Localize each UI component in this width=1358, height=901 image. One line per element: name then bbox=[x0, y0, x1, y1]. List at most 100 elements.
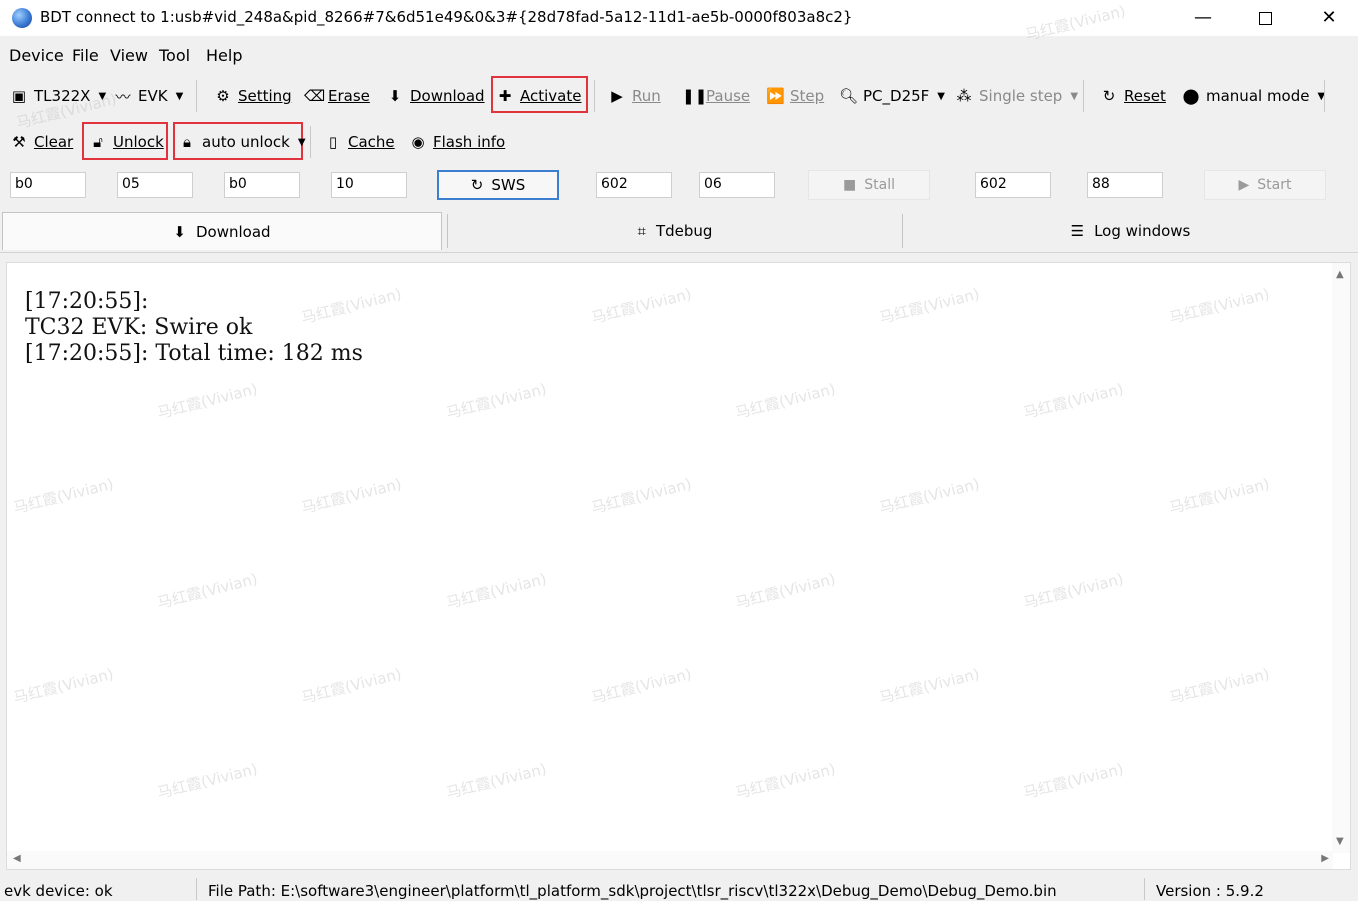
secondary-toolbar: ⚒ Clear 🔓︎ Unlock 🔒︎ auto unlock ▼ ▯ Cac… bbox=[0, 122, 1358, 162]
play-icon: ▶ bbox=[611, 87, 623, 105]
tab-download[interactable]: ⬇ Download bbox=[2, 212, 442, 250]
field-input-3[interactable]: b0 bbox=[224, 172, 300, 198]
device-status: evk device: ok bbox=[4, 882, 113, 900]
version-status: Version : 5.9.2 bbox=[1156, 882, 1264, 900]
download-button[interactable]: ⬇ Download bbox=[386, 84, 485, 108]
eye-icon: ◉ bbox=[411, 133, 425, 151]
toolbar-separator bbox=[594, 80, 595, 112]
scroll-left-icon[interactable]: ◀ bbox=[13, 853, 21, 864]
main-toolbar: ▣ TL322X ▼ 〰 EVK ▼ ⚙ Setting ⌫ Erase ⬇ D… bbox=[0, 76, 1358, 116]
log-text: [17:20:55]: TC32 EVK: Swire ok [17:20:55]:… bbox=[25, 289, 363, 367]
chevron-down-icon: ▼ bbox=[175, 90, 184, 102]
mode-circle-icon: ⬤ bbox=[1182, 87, 1200, 105]
scroll-down-icon[interactable]: ▼ bbox=[1336, 836, 1344, 847]
tab-tdebug[interactable]: ⌗ Tdebug bbox=[448, 212, 902, 250]
field-input-1[interactable]: b0 bbox=[10, 172, 86, 198]
log-line: TC32 EVK: Swire ok bbox=[25, 315, 253, 340]
log-output-area[interactable]: [17:20:55]: TC32 EVK: Swire ok [17:20:55]:… bbox=[6, 262, 1351, 870]
status-bar: evk device: ok File Path: E:\software3\e… bbox=[0, 876, 1358, 901]
maximize-icon bbox=[1258, 11, 1272, 25]
eraser-icon: ⌫ bbox=[304, 87, 326, 105]
binary-search-icon: ⌗ bbox=[637, 222, 646, 240]
chevron-down-icon: ▼ bbox=[937, 90, 945, 102]
play-icon: ▶ bbox=[1238, 177, 1250, 193]
status-separator bbox=[1144, 878, 1145, 900]
log-line: [17:20:55]: Total time: 182 ms bbox=[25, 341, 363, 366]
tab-log-windows[interactable]: ☰ Log windows bbox=[903, 212, 1358, 250]
search-icon: 🔍︎ bbox=[839, 87, 859, 105]
pause-icon: ❚❚ bbox=[682, 87, 708, 105]
stall-button[interactable]: ■ Stall bbox=[808, 170, 930, 200]
register-fields-row: b0 05 b0 10 ↻ SWS 602 06 ■ Stall 602 88 … bbox=[0, 168, 1358, 204]
scroll-right-icon[interactable]: ▶ bbox=[1321, 853, 1329, 864]
toolbar-separator bbox=[196, 80, 197, 112]
pause-button[interactable]: ❚❚ Pause bbox=[682, 84, 750, 108]
clear-button[interactable]: ⚒ Clear bbox=[10, 130, 73, 154]
mode-dropdown[interactable]: ⬤ manual mode ▼ bbox=[1182, 84, 1326, 108]
chevron-down-icon: ▼ bbox=[297, 136, 306, 148]
cache-button[interactable]: ▯ Cache bbox=[324, 130, 395, 154]
refresh-icon: ↻ bbox=[470, 176, 484, 194]
tab-bar: ⬇ Download ⌗ Tdebug ☰ Log windows bbox=[0, 212, 1358, 253]
vertical-scrollbar[interactable]: ▲ ▼ bbox=[1332, 263, 1350, 853]
menu-device[interactable]: Device bbox=[9, 46, 64, 65]
auto-unlock-dropdown[interactable]: 🔒︎ auto unlock ▼ bbox=[178, 130, 306, 154]
download-arrow-icon: ⬇ bbox=[173, 222, 186, 241]
scroll-up-icon[interactable]: ▲ bbox=[1336, 269, 1344, 280]
broom-icon: ⚒ bbox=[12, 133, 26, 151]
chevron-down-icon: ▼ bbox=[1070, 90, 1079, 102]
unlock-button[interactable]: 🔓︎ Unlock bbox=[89, 130, 164, 154]
field-input-2[interactable]: 05 bbox=[117, 172, 193, 198]
start-button[interactable]: ▶ Start bbox=[1204, 170, 1326, 200]
window-title: BDT connect to 1:usb#vid_248a&pid_8266#7… bbox=[40, 8, 853, 26]
toolbar-separator bbox=[1083, 80, 1084, 112]
menu-help[interactable]: Help bbox=[206, 46, 242, 65]
toolbar-separator bbox=[310, 126, 311, 158]
field-input-4[interactable]: 10 bbox=[331, 172, 407, 198]
horizontal-scrollbar[interactable]: ◀ ▶ bbox=[7, 851, 1333, 869]
board-dropdown[interactable]: 〰 EVK ▼ bbox=[114, 84, 183, 108]
step-forward-icon: ⏩ bbox=[766, 87, 785, 105]
menu-tool[interactable]: Tool bbox=[159, 46, 190, 65]
stop-square-icon: ■ bbox=[843, 177, 857, 193]
field-input-7[interactable]: 602 bbox=[975, 172, 1051, 198]
footsteps-icon: ⁂ bbox=[956, 87, 972, 105]
erase-button[interactable]: ⌫ Erase bbox=[304, 84, 370, 108]
status-separator bbox=[196, 878, 197, 900]
signal-wave-icon: 〰 bbox=[115, 87, 131, 106]
reset-button[interactable]: ↻ Reset bbox=[1100, 84, 1166, 108]
pc-dropdown[interactable]: 🔍︎ PC_D25F ▼ bbox=[839, 84, 945, 108]
toolbar-separator bbox=[1324, 80, 1325, 112]
menu-view[interactable]: View bbox=[110, 46, 148, 65]
app-globe-icon bbox=[12, 8, 32, 28]
download-arrow-icon: ⬇ bbox=[388, 87, 402, 105]
log-line: [17:20:55]: bbox=[25, 289, 149, 314]
gear-icon: ⚙ bbox=[216, 87, 230, 105]
plus-icon: ✚ bbox=[498, 87, 512, 105]
step-button[interactable]: ⏩ Step bbox=[766, 84, 824, 108]
setting-button[interactable]: ⚙ Setting bbox=[214, 84, 291, 108]
auto-lock-icon: 🔒︎ bbox=[183, 133, 191, 151]
single-step-dropdown[interactable]: ⁂ Single step ▼ bbox=[955, 84, 1079, 108]
padlock-open-icon: 🔓︎ bbox=[93, 133, 103, 151]
menu-file[interactable]: File bbox=[72, 46, 99, 65]
chip-icon: ▣ bbox=[11, 87, 27, 105]
close-button[interactable]: ✕ bbox=[1306, 2, 1352, 34]
run-button[interactable]: ▶ Run bbox=[608, 84, 661, 108]
refresh-icon: ↻ bbox=[1102, 87, 1116, 105]
flash-info-button[interactable]: ◉ Flash info bbox=[409, 130, 505, 154]
chevron-down-icon: ▼ bbox=[98, 90, 107, 102]
sws-button[interactable]: ↻ SWS bbox=[437, 170, 559, 200]
maximize-button[interactable] bbox=[1242, 2, 1288, 34]
minimize-button[interactable]: — bbox=[1180, 2, 1226, 34]
title-bar: BDT connect to 1:usb#vid_248a&pid_8266#7… bbox=[0, 0, 1358, 36]
document-icon: ▯ bbox=[328, 133, 338, 151]
field-input-5[interactable]: 602 bbox=[596, 172, 672, 198]
chip-dropdown[interactable]: ▣ TL322X ▼ bbox=[10, 84, 106, 108]
field-input-8[interactable]: 88 bbox=[1087, 172, 1163, 198]
field-input-6[interactable]: 06 bbox=[699, 172, 775, 198]
file-path-status: File Path: E:\software3\engineer\platfor… bbox=[208, 882, 1057, 900]
list-icon: ☰ bbox=[1070, 222, 1085, 240]
activate-button[interactable]: ✚ Activate bbox=[496, 84, 582, 108]
menu-bar: Device File View Tool Help bbox=[0, 42, 1358, 68]
